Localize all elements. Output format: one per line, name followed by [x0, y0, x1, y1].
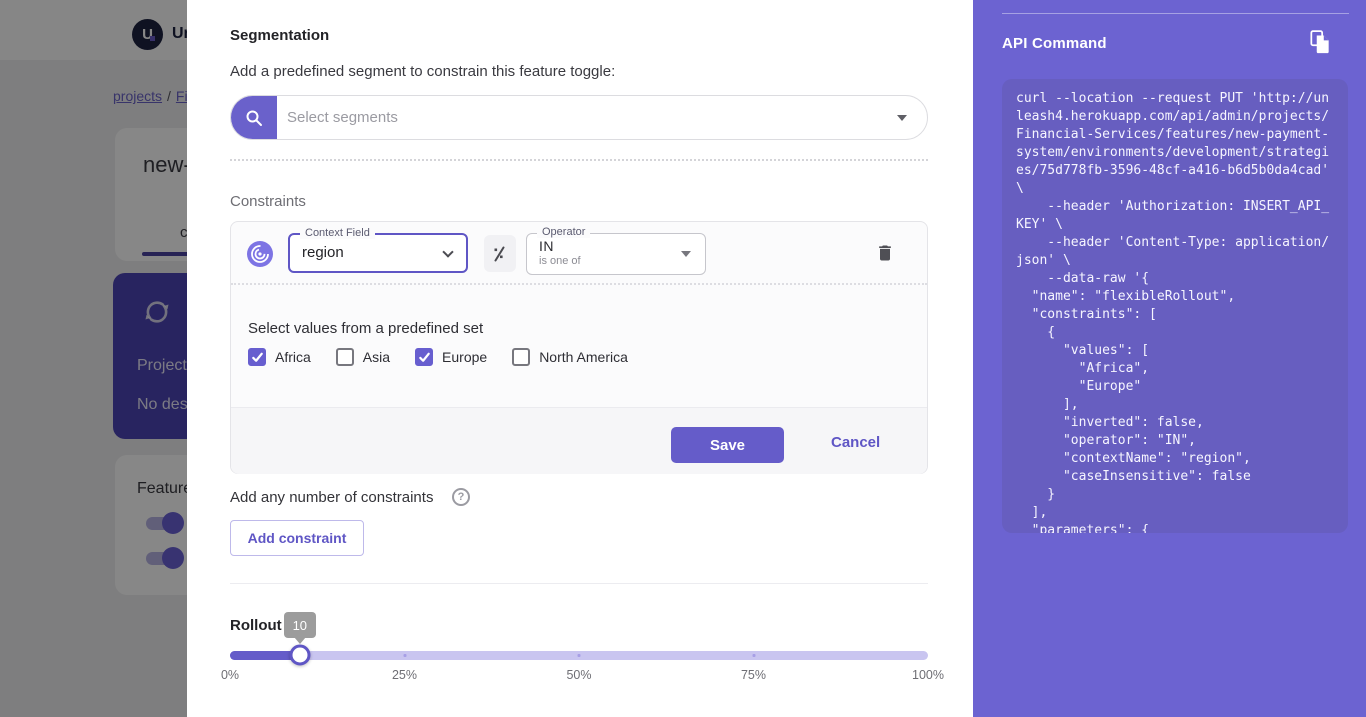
copy-icon	[1308, 29, 1332, 55]
api-command-panel: API Command curl --location --request PU…	[973, 0, 1366, 717]
value-label: Europe	[442, 349, 487, 365]
checkbox-unchecked-icon[interactable]	[512, 348, 530, 366]
value-option-asia[interactable]: Asia	[336, 348, 390, 366]
segments-input[interactable]	[287, 97, 847, 138]
tick-50	[578, 654, 581, 657]
mark-25: 25%	[392, 668, 417, 682]
save-button[interactable]: Save	[671, 427, 784, 463]
value-label: North America	[539, 349, 628, 365]
add-constraint-button[interactable]: Add constraint	[230, 520, 364, 556]
value-label: Africa	[275, 349, 311, 365]
constraint-values-row: Africa Asia Europe North America	[248, 348, 628, 366]
search-icon-wrap	[231, 96, 277, 139]
tick-25	[403, 654, 406, 657]
context-field-select[interactable]: Context Field region	[288, 233, 468, 273]
checkbox-unchecked-icon[interactable]	[336, 348, 354, 366]
checkbox-checked-icon[interactable]	[415, 348, 433, 366]
mark-50: 50%	[566, 668, 591, 682]
mark-0: 0%	[221, 668, 239, 682]
rollout-thumb[interactable]	[289, 645, 310, 666]
api-code-block[interactable]: curl --location --request PUT 'http://un…	[1002, 79, 1348, 533]
rollout-slider: 10 0% 25% 50% 75% 100%	[230, 611, 928, 691]
help-icon[interactable]: ?	[452, 488, 470, 506]
invert-constraint-icon	[490, 244, 510, 264]
values-heading: Select values from a predefined set	[248, 320, 483, 337]
constraint-spiral-icon	[247, 241, 273, 267]
chevron-down-icon	[442, 246, 453, 257]
dotted-divider	[230, 159, 928, 161]
copy-button[interactable]	[1307, 29, 1333, 55]
segments-combobox[interactable]	[230, 95, 928, 140]
constraints-label: Constraints	[230, 193, 306, 210]
rollout-tooltip: 10	[284, 612, 316, 638]
constraint-header: Context Field region Operator IN is one …	[231, 222, 927, 285]
cancel-button[interactable]: Cancel	[831, 434, 880, 451]
rollout-marks: 0% 25% 50% 75% 100%	[230, 668, 928, 688]
strategy-modal: Segmentation Add a predefined segment to…	[187, 0, 973, 717]
operator-description: is one of	[539, 255, 581, 267]
invert-constraint-button[interactable]	[484, 235, 516, 272]
add-constraints-hint: Add any number of constraints	[230, 489, 433, 506]
mark-75: 75%	[741, 668, 766, 682]
value-label: Asia	[363, 349, 390, 365]
operator-select[interactable]: Operator IN is one of	[526, 233, 706, 275]
delete-constraint-button[interactable]	[875, 242, 895, 264]
context-field-label: Context Field	[300, 227, 375, 239]
tick-75	[752, 654, 755, 657]
section-divider	[230, 583, 928, 584]
search-icon	[245, 109, 263, 127]
rollout-track[interactable]	[230, 651, 928, 660]
context-field-value: region	[302, 244, 344, 261]
segmentation-subtitle: Add a predefined segment to constrain th…	[230, 63, 615, 80]
segments-dropdown-caret[interactable]	[897, 115, 907, 121]
operator-dropdown-caret	[681, 251, 691, 257]
operator-value: IN	[539, 238, 554, 254]
panel-divider	[1002, 13, 1349, 14]
value-option-europe[interactable]: Europe	[415, 348, 487, 366]
value-option-north-america[interactable]: North America	[512, 348, 628, 366]
operator-label: Operator	[537, 226, 590, 238]
curl-command: curl --location --request PUT 'http://un…	[1016, 90, 1336, 533]
constraint-card: Context Field region Operator IN is one …	[230, 221, 928, 474]
checkbox-checked-icon[interactable]	[248, 348, 266, 366]
segmentation-heading: Segmentation	[230, 27, 329, 44]
mark-100: 100%	[912, 668, 944, 682]
constraint-footer: Save Cancel	[231, 407, 927, 474]
api-command-title: API Command	[1002, 35, 1107, 52]
value-option-africa[interactable]: Africa	[248, 348, 311, 366]
screen: U Unleash projects/Financial-Services ne…	[0, 0, 1366, 717]
